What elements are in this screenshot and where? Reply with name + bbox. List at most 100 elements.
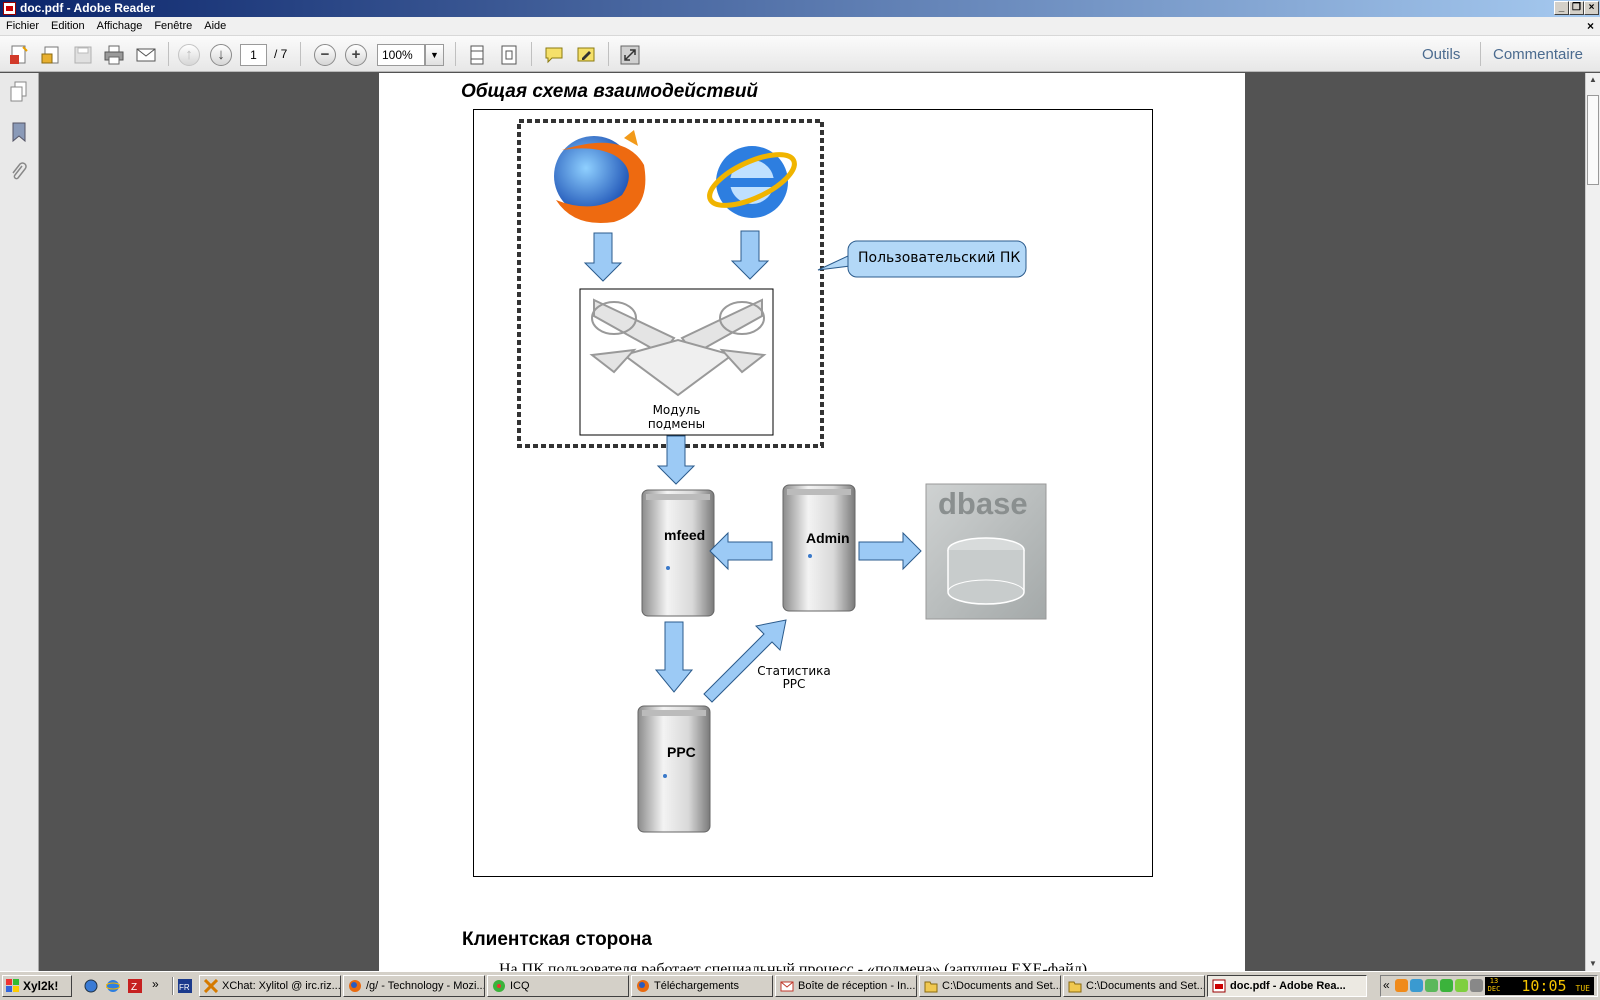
document-close-icon[interactable]: × bbox=[1587, 19, 1594, 33]
tray-expand-icon[interactable]: « bbox=[1383, 978, 1390, 992]
window-title: doc.pdf - Adobe Reader bbox=[20, 1, 155, 15]
restore-button[interactable]: ❐ bbox=[1569, 1, 1584, 15]
toolbar-separator bbox=[455, 42, 456, 66]
task-downloads[interactable]: Téléchargements bbox=[631, 975, 773, 997]
mfeed-server-icon bbox=[641, 489, 715, 617]
page-thumbnails-icon[interactable] bbox=[9, 81, 29, 103]
flow-arrow-ie bbox=[730, 230, 770, 280]
quick-launch-ie-icon[interactable] bbox=[106, 979, 120, 993]
flow-arrow-mfeed-ppc bbox=[654, 621, 694, 693]
adobe-reader-icon bbox=[3, 2, 16, 15]
scroll-thumb[interactable] bbox=[1587, 95, 1599, 185]
quick-launch-filezilla-icon[interactable]: Z bbox=[128, 979, 142, 993]
email-icon[interactable] bbox=[135, 44, 157, 66]
scroll-up-icon[interactable]: ▲ bbox=[1586, 73, 1600, 87]
page-total: / 7 bbox=[274, 47, 288, 61]
tools-link[interactable]: Outils bbox=[1422, 46, 1460, 63]
fit-page-icon[interactable] bbox=[498, 44, 520, 66]
folder-icon bbox=[1068, 981, 1082, 993]
task-explorer-2[interactable]: C:\Documents and Set... bbox=[1063, 975, 1205, 997]
firefox-icon bbox=[637, 980, 649, 992]
admin-label: Admin bbox=[806, 530, 850, 546]
task-explorer-1[interactable]: C:\Documents and Set... bbox=[919, 975, 1061, 997]
clock-weekday: TUE bbox=[1575, 984, 1590, 993]
toolbar-separator bbox=[531, 42, 532, 66]
quick-launch-more-icon[interactable]: » bbox=[152, 977, 159, 991]
menu-edition[interactable]: Edition bbox=[45, 17, 91, 36]
ppc-server-icon bbox=[637, 705, 711, 833]
close-button[interactable]: × bbox=[1584, 1, 1599, 15]
toolbar: ↑ ↓ 1 / 7 − + 100% ▼ Outils Commentaire bbox=[0, 36, 1600, 72]
print-icon[interactable] bbox=[103, 44, 125, 66]
highlight-text-icon[interactable] bbox=[575, 44, 597, 66]
menu-fichier[interactable]: Fichier bbox=[0, 17, 45, 36]
menu-aide[interactable]: Aide bbox=[198, 17, 232, 36]
stats-label-line1: Статистика bbox=[757, 664, 831, 678]
minimize-button[interactable]: _ bbox=[1554, 1, 1569, 15]
task-label: XChat: Xylitol @ irc.riz... bbox=[222, 980, 341, 992]
flow-arrow-module-mfeed bbox=[656, 435, 696, 485]
scroll-down-icon[interactable]: ▼ bbox=[1586, 957, 1600, 971]
full-screen-icon[interactable] bbox=[619, 44, 641, 66]
page-number-input[interactable]: 1 bbox=[240, 44, 267, 66]
bookmarks-icon[interactable] bbox=[9, 121, 29, 143]
tray-icq-icon[interactable] bbox=[1440, 979, 1453, 992]
attachments-icon[interactable] bbox=[9, 161, 29, 183]
taskbar-separator bbox=[172, 977, 174, 995]
save-icon[interactable] bbox=[72, 44, 94, 66]
svg-text:Z: Z bbox=[131, 982, 137, 993]
dbase-label: dbase bbox=[938, 486, 1028, 521]
tray-v-icon[interactable] bbox=[1425, 979, 1438, 992]
ppc-label: PPC bbox=[667, 744, 696, 760]
quick-launch-chrome-icon[interactable] bbox=[84, 979, 98, 993]
tray-flower-icon[interactable] bbox=[1455, 979, 1468, 992]
task-firefox[interactable]: /g/ - Technology - Mozi... bbox=[343, 975, 485, 997]
page-heading: Общая схема взаимодействий bbox=[461, 81, 759, 102]
task-label: /g/ - Technology - Mozi... bbox=[366, 980, 485, 992]
xchat-icon bbox=[204, 979, 218, 993]
task-label: Téléchargements bbox=[654, 980, 739, 992]
clock[interactable]: 10:05 TUE bbox=[1500, 977, 1594, 995]
clock-time: 10:05 bbox=[1521, 977, 1567, 995]
zoom-in-button[interactable]: + bbox=[345, 44, 367, 66]
start-button[interactable]: Xyl2k! bbox=[2, 975, 72, 997]
menu-fenetre[interactable]: Fenêtre bbox=[148, 17, 198, 36]
folder-icon bbox=[924, 981, 938, 993]
windows-taskbar: Xyl2k! Z » FR XChat: Xylitol @ irc.riz..… bbox=[0, 971, 1600, 1000]
firefox-icon bbox=[349, 980, 361, 992]
tray-app-icon[interactable] bbox=[1395, 979, 1408, 992]
next-page-button[interactable]: ↓ bbox=[210, 44, 232, 66]
section-heading: Клиентская сторона bbox=[462, 929, 652, 950]
open-file-icon[interactable] bbox=[40, 44, 62, 66]
previous-page-button[interactable]: ↑ bbox=[178, 44, 200, 66]
comment-link[interactable]: Commentaire bbox=[1493, 46, 1583, 63]
zoom-dropdown-icon[interactable]: ▼ bbox=[425, 44, 444, 66]
task-label: C:\Documents and Set... bbox=[942, 980, 1061, 992]
create-pdf-icon[interactable] bbox=[8, 44, 30, 66]
toolbar-separator bbox=[168, 42, 169, 66]
task-icq[interactable]: ICQ bbox=[487, 975, 629, 997]
fit-page-width-icon[interactable] bbox=[466, 44, 488, 66]
task-label: C:\Documents and Set... bbox=[1086, 980, 1205, 992]
vertical-scrollbar[interactable]: ▲ ▼ bbox=[1585, 73, 1600, 971]
zoom-level-input[interactable]: 100% bbox=[377, 44, 425, 66]
task-thunderbird[interactable]: Boîte de réception - In... bbox=[775, 975, 917, 997]
diagram-graphics bbox=[517, 119, 1047, 833]
body-text: На ПК пользователя работает специальный … bbox=[499, 961, 1088, 971]
zoom-out-button[interactable]: − bbox=[314, 44, 336, 66]
toolbar-separator bbox=[1480, 42, 1481, 66]
pdf-icon bbox=[1212, 979, 1226, 993]
task-xchat[interactable]: XChat: Xylitol @ irc.riz... bbox=[199, 975, 341, 997]
svg-text:FR: FR bbox=[179, 983, 190, 992]
tray-network-icon[interactable] bbox=[1410, 979, 1423, 992]
admin-server-icon bbox=[782, 484, 856, 612]
toolbar-separator bbox=[608, 42, 609, 66]
menu-affichage[interactable]: Affichage bbox=[91, 17, 149, 36]
sticky-note-icon[interactable] bbox=[543, 44, 565, 66]
toolbar-separator bbox=[300, 42, 301, 66]
language-indicator-icon[interactable]: FR bbox=[178, 979, 192, 993]
task-label: Boîte de réception - In... bbox=[798, 980, 916, 992]
tray-monitor-icon[interactable] bbox=[1470, 979, 1483, 992]
document-viewport[interactable]: Общая схема взаимодействий Пользовательс… bbox=[40, 73, 1585, 971]
task-adobe-reader[interactable]: doc.pdf - Adobe Rea... bbox=[1207, 975, 1367, 997]
